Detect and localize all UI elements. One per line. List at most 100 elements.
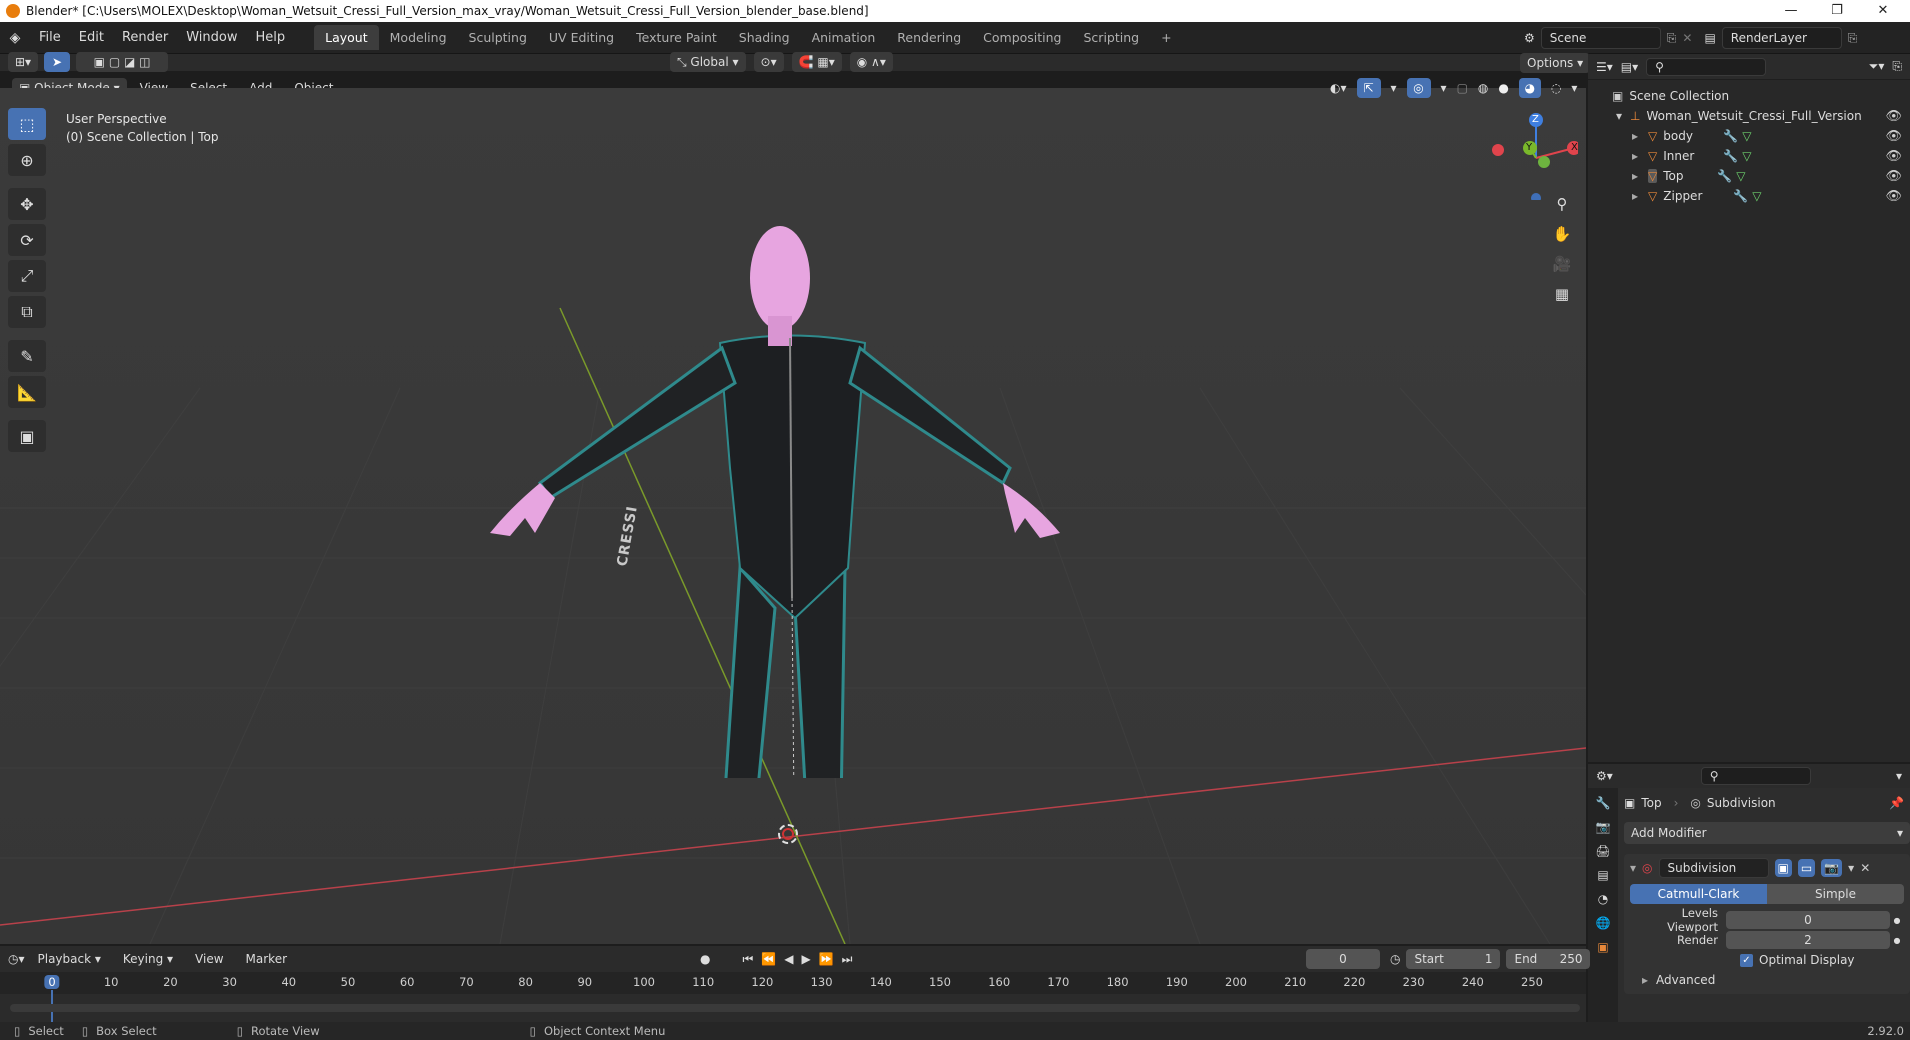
pan-hand-icon[interactable]: ✋ [1546, 220, 1578, 248]
outliner-item-inner[interactable]: ▸ ▽ Inner 🔧 ▽ 👁 [1588, 146, 1910, 166]
wetsuit-model[interactable] [450, 138, 1150, 778]
tool-tab-icon[interactable]: 🔧 [1596, 796, 1611, 810]
timeline-editor-icon[interactable]: ◷▾ [8, 952, 25, 966]
minimize-button[interactable]: — [1768, 0, 1814, 22]
play-reverse-icon[interactable]: ◀ [784, 952, 793, 966]
modifier-name-field[interactable]: Subdivision [1658, 858, 1769, 878]
expand-collection-icon[interactable]: ▾ [1616, 109, 1622, 123]
visibility-eye-icon[interactable]: 👁 [1885, 149, 1902, 164]
overlay-toggle-icon[interactable]: ◎ [1406, 78, 1431, 98]
new-collection-icon[interactable]: ⎘ [1892, 59, 1902, 74]
measure-tool-icon[interactable]: 📐 [8, 376, 46, 408]
current-frame-field[interactable]: 0 [1306, 949, 1380, 969]
expand-advanced-icon[interactable]: ▸ [1642, 973, 1648, 987]
menu-window[interactable]: Window [177, 30, 246, 45]
rotate-tool-icon[interactable]: ⟳ [8, 224, 46, 256]
jump-start-icon[interactable]: ⏮ [742, 952, 753, 967]
renderlayer-selector[interactable]: RenderLayer [1721, 27, 1842, 49]
new-scene-icon[interactable]: ⎘ [1667, 31, 1677, 46]
gizmo-dropdown-icon[interactable]: ▾ [1391, 81, 1397, 95]
filter-icon[interactable]: ⏷▾ [1869, 59, 1885, 74]
editor-type-icon[interactable]: ⊞▾ [8, 52, 39, 72]
options-dropdown[interactable]: Options ▾ [1520, 53, 1591, 73]
expand-inner-icon[interactable]: ▸ [1632, 149, 1638, 163]
timeline-scrollbar[interactable] [10, 1004, 1580, 1012]
remove-modifier-icon[interactable]: ✕ [1860, 861, 1870, 875]
tab-animation[interactable]: Animation [801, 25, 887, 50]
visibility-eye-icon[interactable]: 👁 [1885, 169, 1902, 184]
menu-render[interactable]: Render [113, 30, 177, 45]
world-tab-icon[interactable]: 🌐 [1596, 916, 1611, 930]
render-toggle-icon[interactable]: 📷 [1821, 859, 1843, 877]
add-workspace-icon[interactable]: + [1150, 25, 1182, 50]
expand-body-icon[interactable]: ▸ [1632, 129, 1638, 143]
scene-icon[interactable]: ⚙ [1524, 31, 1535, 45]
tab-uv-editing[interactable]: UV Editing [538, 25, 625, 50]
pivot-icon[interactable]: ⊙▾ [753, 52, 784, 72]
ortho-grid-icon[interactable]: ▦ [1546, 280, 1578, 308]
frame-ruler[interactable]: 0 10 20 30 40 50 60 70 80 90 100 110 120 130 140 150 160… [0, 972, 1586, 1024]
transform-orientation-dropdown[interactable]: ⤡ Global ▾ [670, 52, 746, 72]
render-levels-field[interactable]: 2 [1726, 931, 1890, 949]
play-icon[interactable]: ▶ [801, 952, 810, 966]
visibility-icon[interactable]: ◐▾ [1330, 81, 1347, 95]
properties-editor-icon[interactable]: ⚙▾ [1596, 769, 1613, 783]
properties-options-icon[interactable]: ▾ [1896, 769, 1902, 783]
menu-help[interactable]: Help [247, 30, 295, 45]
add-cube-tool-icon[interactable]: ▣ [8, 420, 46, 452]
scene-collection-row[interactable]: ▣ Scene Collection [1588, 86, 1910, 106]
tab-compositing[interactable]: Compositing [972, 25, 1072, 50]
expand-top-icon[interactable]: ▸ [1632, 169, 1638, 183]
animate-dot-icon[interactable]: ● [1890, 916, 1904, 925]
render-tab-icon[interactable]: 📷 [1596, 820, 1611, 834]
viewport-toggle-icon[interactable]: ▭ [1797, 859, 1816, 877]
close-button[interactable]: ✕ [1860, 0, 1906, 22]
material-preview-icon[interactable]: ◕ [1518, 78, 1541, 98]
end-frame-field[interactable]: End 250 [1506, 949, 1591, 969]
scale-tool-icon[interactable]: ⤢ [8, 260, 46, 292]
camera-view-icon[interactable]: 🎥 [1546, 250, 1578, 278]
solid-shading-icon[interactable]: ● [1498, 81, 1508, 95]
snap-icon[interactable]: 🧲 ▦▾ [791, 52, 842, 72]
selection-mode-icons[interactable]: ▣ ▢ ◪ ◫ [76, 52, 169, 72]
select-tool-icon[interactable]: ➤ [44, 52, 71, 72]
add-modifier-dropdown[interactable]: Add Modifier ▾ [1624, 822, 1910, 844]
advanced-section[interactable]: ▸ Advanced [1630, 970, 1904, 990]
simple-button[interactable]: Simple [1767, 884, 1904, 904]
jump-keyframe-forward-icon[interactable]: ⏩ [819, 952, 834, 966]
gizmo-toggle-icon[interactable]: ⇱ [1356, 78, 1381, 98]
object-tab-icon[interactable]: ▣ [1597, 940, 1608, 954]
delete-scene-icon[interactable]: ✕ [1682, 31, 1692, 45]
outliner-item-top[interactable]: ▸ ▽ Top 🔧 ▽ 👁 [1588, 166, 1910, 186]
visibility-eye-icon[interactable]: 👁 [1885, 109, 1902, 124]
xray-icon[interactable]: ▢ [1457, 81, 1468, 95]
proportional-edit-icon[interactable]: ◉ ∧▾ [849, 52, 893, 72]
cursor-tool-icon[interactable]: ⊕ [8, 144, 46, 176]
output-tab-icon[interactable]: 🖨 [1595, 844, 1610, 858]
blender-menu-icon[interactable]: ◈ [0, 30, 30, 46]
maximize-button[interactable]: ❐ [1814, 0, 1860, 22]
outliner-item-zipper[interactable]: ▸ ▽ Zipper 🔧 ▽ 👁 [1588, 186, 1910, 206]
catmull-clark-button[interactable]: Catmull-Clark [1630, 884, 1767, 904]
tab-shading[interactable]: Shading [728, 25, 801, 50]
renderlayer-icon[interactable]: ▤ [1704, 31, 1715, 45]
wireframe-shading-icon[interactable]: ◍ [1478, 81, 1488, 95]
jump-end-icon[interactable]: ⏭ [842, 952, 853, 967]
zoom-icon[interactable]: ⚲ [1546, 190, 1578, 218]
properties-search-input[interactable]: ⚲ [1700, 767, 1811, 785]
display-mode-icon[interactable]: ▤▾ [1621, 60, 1638, 74]
collapse-modifier-icon[interactable]: ▾ [1630, 861, 1636, 875]
jump-keyframe-back-icon[interactable]: ⏪ [761, 952, 776, 966]
tab-sculpting[interactable]: Sculpting [458, 25, 538, 50]
outliner-item-body[interactable]: ▸ ▽ body 🔧 ▽ 👁 [1588, 126, 1910, 146]
tab-modeling[interactable]: Modeling [379, 25, 458, 50]
timeline-menu-view[interactable]: View [186, 952, 232, 966]
scene-selector[interactable]: Scene [1540, 27, 1661, 49]
pin-icon[interactable]: 📌 [1889, 796, 1904, 810]
annotate-tool-icon[interactable]: ✎ [8, 340, 46, 372]
record-icon[interactable]: ● [700, 952, 710, 966]
menu-file[interactable]: File [30, 30, 70, 45]
scene-tab-icon[interactable]: ◔ [1598, 892, 1608, 906]
start-frame-field[interactable]: Start 1 [1406, 949, 1501, 969]
visibility-eye-icon[interactable]: 👁 [1885, 189, 1902, 204]
